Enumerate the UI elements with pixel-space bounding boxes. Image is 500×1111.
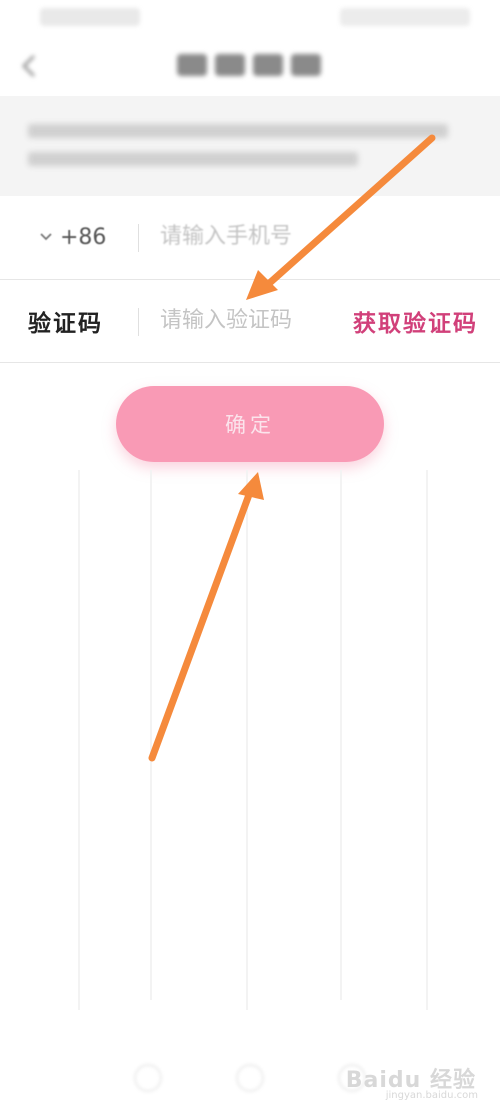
phone-input[interactable] (160, 218, 320, 254)
watermark-url: jingyan.baidu.com (385, 1090, 478, 1101)
phone-divider (138, 224, 139, 252)
country-code-selector[interactable]: +86 (36, 222, 106, 252)
code-label: 验证码 (28, 311, 103, 337)
chevron-down-icon (40, 233, 52, 241)
bottom-nav-icon[interactable] (134, 1064, 162, 1092)
status-bar (0, 0, 500, 36)
background-ghost (78, 470, 80, 1010)
notice-blurred (0, 96, 500, 196)
phone-row: +86 (0, 196, 500, 278)
get-code-button[interactable]: 获取验证码 (353, 304, 478, 338)
code-input[interactable] (160, 302, 340, 338)
code-row: 验证码 获取验证码 (0, 280, 500, 362)
status-signal-blurred (40, 8, 140, 26)
background-ghost (150, 470, 152, 1000)
code-divider (138, 308, 139, 336)
background-ghost (340, 470, 342, 1000)
confirm-button[interactable]: 确定 (116, 386, 384, 462)
bottom-nav-icon[interactable] (236, 1064, 264, 1092)
notice-line (28, 152, 358, 166)
row-divider (0, 362, 500, 363)
country-code-label: +86 (60, 224, 107, 250)
nav-bar (0, 36, 500, 96)
background-ghost (426, 470, 428, 1010)
screen: +86 验证码 获取验证码 确定 Baidu 经验 jingyan.baidu.… (0, 0, 500, 1111)
status-battery-blurred (340, 8, 470, 26)
background-ghost (246, 470, 248, 1010)
page-title-blurred (0, 50, 500, 80)
notice-line (28, 124, 448, 138)
